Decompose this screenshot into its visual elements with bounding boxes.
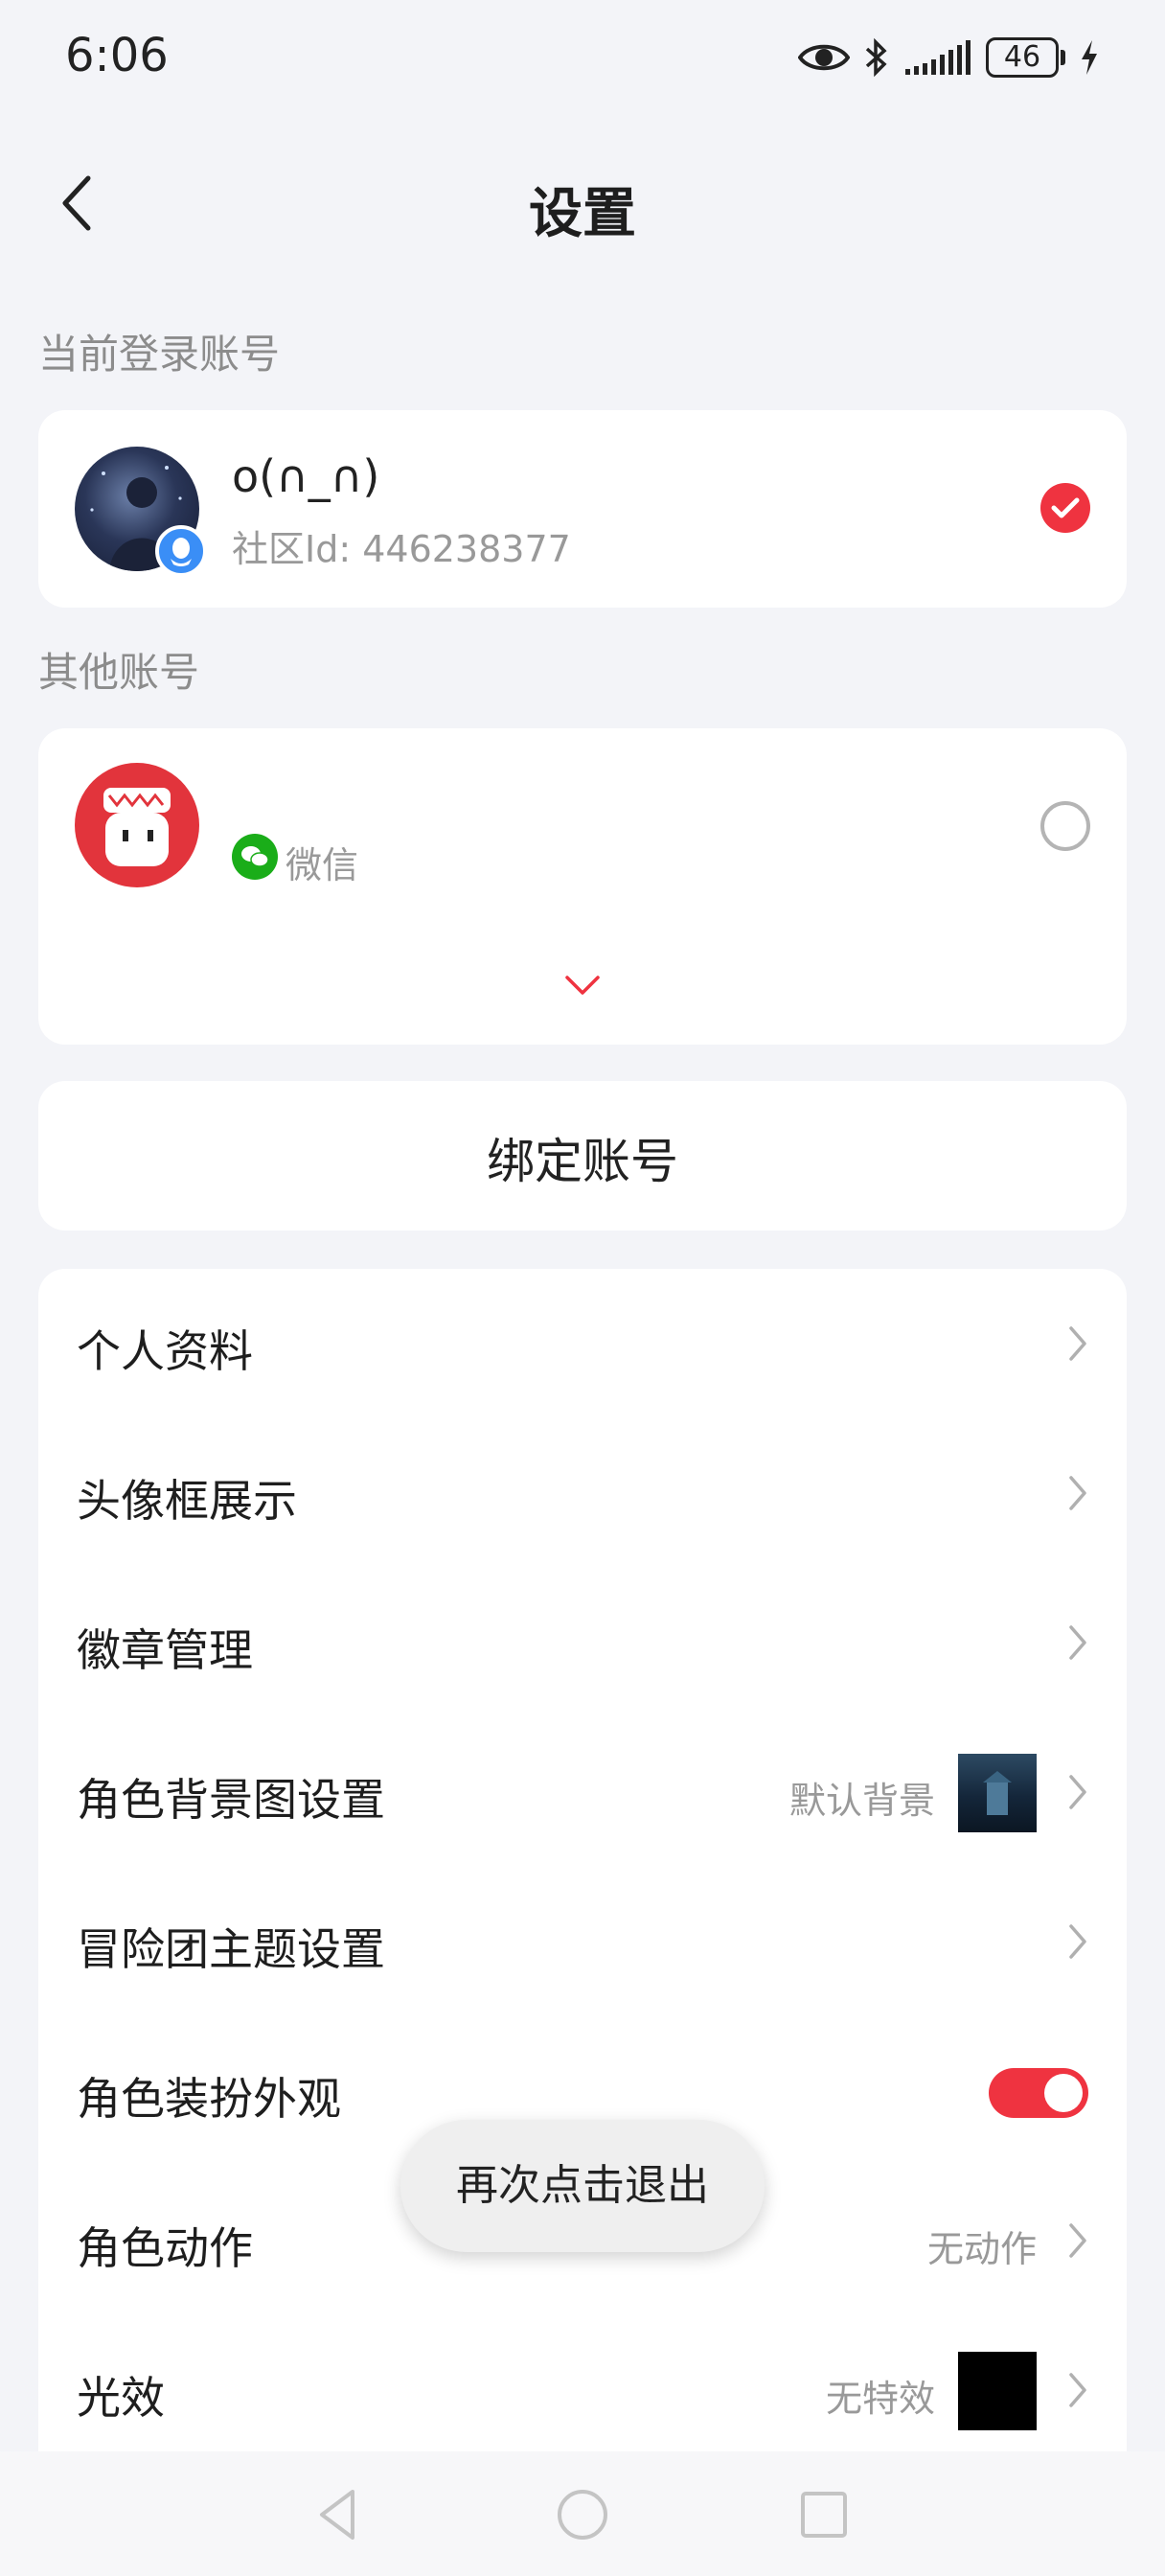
appearance-toggle[interactable] xyxy=(989,2068,1088,2118)
system-nav-bar xyxy=(0,2451,1165,2576)
battery-cap xyxy=(1061,50,1065,65)
status-bar: 6:06 46 xyxy=(0,0,1165,119)
bluetooth-icon xyxy=(865,37,887,78)
chevron-right-icon xyxy=(1069,1476,1086,1510)
other-account-item[interactable]: 微信 xyxy=(38,728,1127,926)
chevron-right-icon xyxy=(1069,1775,1086,1809)
menu-item-label: 徽章管理 xyxy=(77,1624,253,1676)
background-thumbnail xyxy=(958,1754,1037,1832)
chevron-down-icon[interactable] xyxy=(563,974,602,997)
status-icons: 46 xyxy=(798,33,1100,82)
chevron-right-icon xyxy=(1069,1625,1086,1660)
charging-icon xyxy=(1082,40,1097,75)
other-accounts-label: 其他账号 xyxy=(38,649,200,696)
bind-account-label: 绑定账号 xyxy=(487,1134,678,1189)
signal-icon xyxy=(905,40,971,75)
menu-item-label: 光效 xyxy=(77,2372,165,2424)
avatar xyxy=(75,763,199,887)
login-type-label: 微信 xyxy=(286,844,359,886)
toggle-knob xyxy=(1044,2074,1083,2112)
chevron-right-icon xyxy=(1069,1924,1086,1959)
other-accounts-card: 微信 xyxy=(38,728,1127,1045)
battery-indicator: 46 xyxy=(986,37,1065,78)
menu-item-label: 头像框展示 xyxy=(77,1475,297,1527)
chevron-right-icon xyxy=(1069,2373,1086,2407)
selected-check-icon[interactable] xyxy=(1040,483,1090,533)
current-account-label: 当前登录账号 xyxy=(38,331,281,378)
status-time: 6:06 xyxy=(65,29,169,82)
exit-toast: 再次点击退出 xyxy=(400,2120,765,2252)
wechat-icon xyxy=(232,834,278,880)
chevron-right-icon xyxy=(1069,1326,1086,1361)
menu-item-label: 角色动作 xyxy=(77,2222,253,2274)
effect-thumbnail xyxy=(958,2352,1037,2430)
battery-level: 46 xyxy=(986,37,1059,78)
menu-item-value: 无动作 xyxy=(926,2228,1037,2270)
menu-item-label: 角色装扮外观 xyxy=(77,2073,341,2125)
bind-account-button[interactable]: 绑定账号 xyxy=(38,1081,1127,1230)
community-id: 社区Id: 446238377 xyxy=(232,528,571,570)
qq-icon xyxy=(155,525,207,577)
nav-recents-icon[interactable] xyxy=(793,2484,855,2545)
menu-item-profile[interactable]: 个人资料 xyxy=(38,1269,1127,1418)
nav-home-icon[interactable] xyxy=(552,2484,613,2545)
menu-item-character-background[interactable]: 角色背景图设置 默认背景 xyxy=(38,1717,1127,1867)
menu-item-value: 无特效 xyxy=(825,2378,935,2420)
menu-item-label: 角色背景图设置 xyxy=(77,1774,385,1826)
menu-item-label: 个人资料 xyxy=(77,1325,253,1377)
menu-item-badges[interactable]: 徽章管理 xyxy=(38,1568,1127,1717)
avatar-image xyxy=(103,788,171,866)
settings-menu: 个人资料 头像框展示 徽章管理 角色背景图设置 默认背景 冒险团主题设置 角色装… xyxy=(38,1269,1127,2515)
current-account-card[interactable]: o(∩_∩) 社区Id: 446238377 xyxy=(38,410,1127,608)
chevron-right-icon xyxy=(1069,2223,1086,2258)
menu-item-value: 默认背景 xyxy=(788,1780,935,1822)
header: 设置 xyxy=(0,144,1165,263)
menu-item-light-effect[interactable]: 光效 无特效 xyxy=(38,2315,1127,2465)
menu-item-avatar-frame[interactable]: 头像框展示 xyxy=(38,1418,1127,1568)
menu-item-label: 冒险团主题设置 xyxy=(77,1923,385,1975)
eye-icon xyxy=(798,44,850,71)
account-name: o(∩_∩) xyxy=(232,450,380,502)
nav-back-icon[interactable] xyxy=(308,2484,370,2545)
menu-item-team-theme[interactable]: 冒险团主题设置 xyxy=(38,1867,1127,2016)
unselected-radio-icon[interactable] xyxy=(1040,801,1090,851)
page-title: 设置 xyxy=(529,183,636,245)
